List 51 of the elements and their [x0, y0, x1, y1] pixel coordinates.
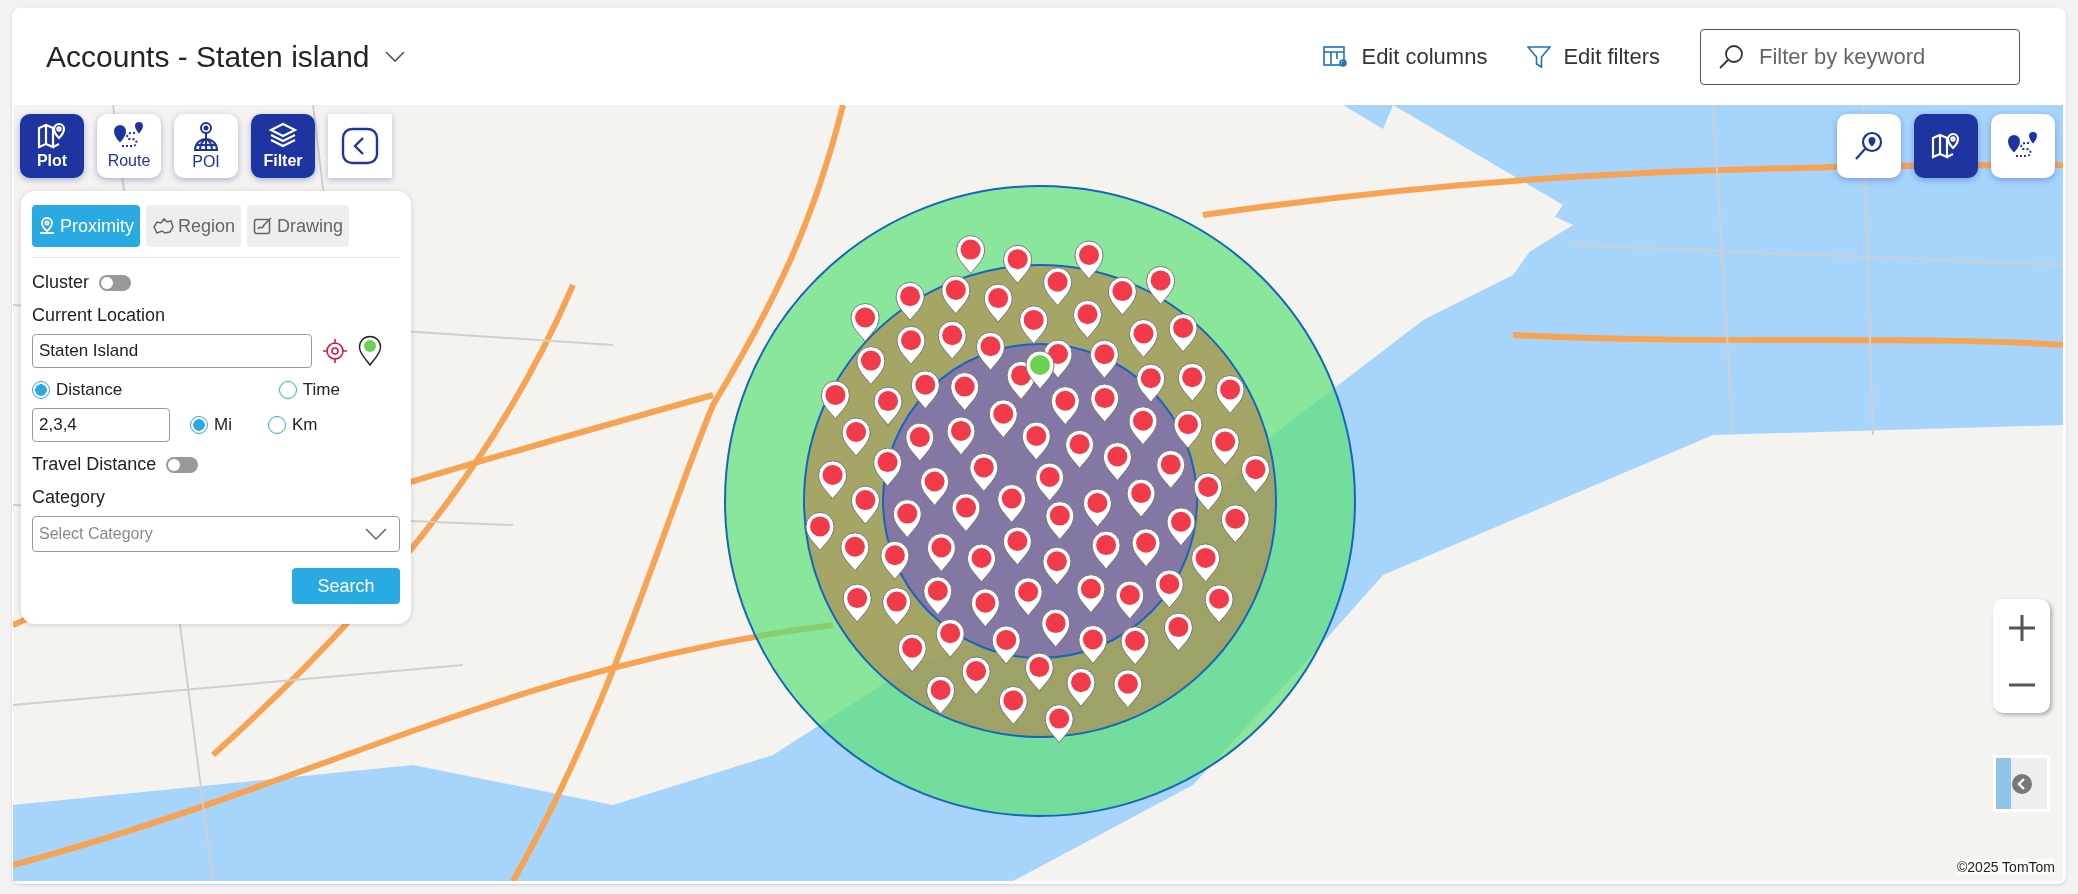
edit-filters-button[interactable]: Edit filters — [1521, 43, 1666, 70]
edit-columns-button[interactable]: Edit columns — [1317, 43, 1494, 70]
search-location-icon — [1853, 130, 1885, 162]
edit-icon — [253, 217, 274, 235]
collapse-panel-button[interactable] — [328, 114, 392, 178]
unit-radio[interactable]: Mi — [190, 415, 232, 435]
chevron-down-icon[interactable] — [383, 49, 406, 64]
panel-tab[interactable]: Drawing — [247, 205, 350, 247]
current-location-pin-icon — [1025, 350, 1055, 390]
cluster-toggle[interactable] — [99, 274, 131, 291]
route-tool-button[interactable] — [1991, 114, 2055, 178]
filter-tool-button[interactable]: Filter — [251, 114, 315, 178]
location-pin-icon — [38, 217, 56, 235]
plus-icon — [2007, 613, 2036, 642]
time-radio[interactable]: Time — [278, 380, 340, 400]
keyword-search-field[interactable]: Filter by keyword — [1700, 28, 2020, 85]
minimap-toggle-button[interactable] — [1993, 755, 2050, 812]
search-icon — [1718, 43, 1744, 70]
chevron-left-icon — [341, 127, 379, 165]
region-outline-icon — [152, 217, 174, 235]
map-pin-icon — [37, 122, 67, 150]
search-location-tool-button[interactable] — [1837, 114, 1901, 178]
unit-radio[interactable]: Km — [267, 415, 318, 435]
cluster-label: Cluster — [32, 272, 89, 293]
map-attribution: ©2025 TomTom — [1957, 859, 2055, 875]
travel-distance-toggle[interactable] — [166, 456, 199, 473]
chevron-down-icon — [365, 528, 387, 540]
route-icon — [2007, 132, 2039, 160]
panel-tab[interactable]: Region — [146, 205, 242, 247]
page-title: Accounts - Staten island — [46, 39, 370, 74]
current-location-label: Current Location — [32, 305, 166, 326]
category-dropdown[interactable]: Select Category — [32, 516, 400, 552]
map-pin-icon — [1931, 132, 1961, 160]
category-label: Category — [32, 487, 106, 508]
filter-icon — [1527, 44, 1552, 69]
distance-radio[interactable]: Distance — [32, 380, 123, 400]
distances-input-field[interactable]: 2,3,4 — [32, 408, 170, 442]
crosshair-icon[interactable] — [322, 338, 348, 364]
columns-settings-icon — [1323, 44, 1350, 69]
poi-tool-button[interactable]: POI — [174, 114, 238, 178]
route-icon — [113, 122, 145, 150]
plot-tool-button[interactable]: Plot — [20, 114, 84, 178]
chevron-left-icon — [2011, 773, 2032, 794]
location-pin-icon[interactable] — [358, 335, 382, 367]
location-input-field[interactable]: Staten Island — [32, 334, 312, 368]
route-tool-button[interactable]: Route — [97, 114, 161, 178]
layers-icon — [268, 122, 298, 150]
globe-pin-icon — [192, 121, 220, 151]
minus-icon — [2007, 682, 2036, 687]
travel-distance-label: Travel Distance — [32, 454, 157, 475]
map-tool-button[interactable] — [1914, 114, 1978, 178]
